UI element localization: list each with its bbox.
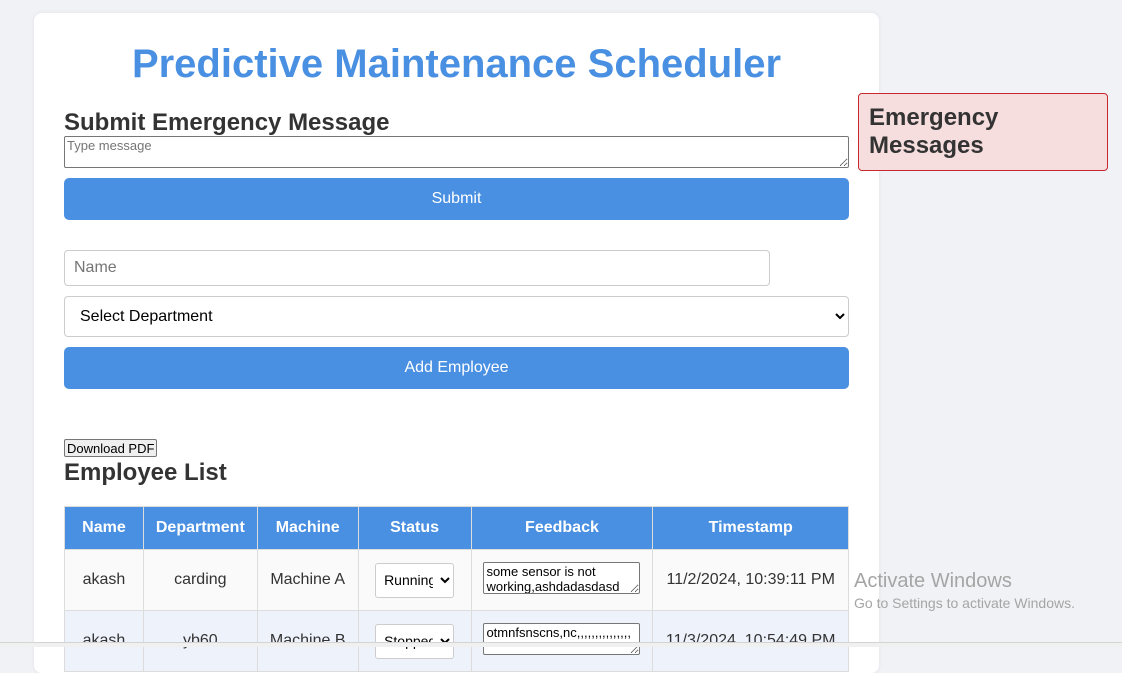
cell-machine: Machine A	[256, 549, 359, 611]
cell-feedback: otmnfsnscns,nc,,,,,,,,,,,,,,,	[470, 610, 654, 672]
emergency-messages-title: Emergency Messages	[869, 104, 999, 159]
column-header-timestamp: Timestamp	[652, 506, 849, 550]
table-header-row: Name Department Machine Status Feedback …	[64, 506, 849, 550]
download-pdf-button[interactable]: Download PDF	[64, 439, 158, 457]
column-header-machine: Machine	[256, 506, 359, 550]
emergency-messages-panel: Emergency Messages	[858, 93, 1108, 171]
table-row: akash carding Machine A Running some sen…	[64, 549, 849, 611]
table-row: akash yb60 Machine B Stopped otmnfsnscns…	[64, 610, 849, 672]
activate-windows-title: Activate Windows	[854, 570, 1012, 592]
page-title: Predictive Maintenance Scheduler	[131, 42, 782, 86]
cell-machine: Machine B	[256, 610, 359, 672]
department-select[interactable]: Select Department	[64, 296, 849, 337]
cell-name: akash	[64, 549, 144, 611]
submit-button[interactable]: Submit	[64, 178, 849, 220]
cell-feedback: some sensor is not working,ashdadasdasd	[470, 549, 654, 611]
cell-status: Running	[357, 549, 472, 611]
cell-department: carding	[142, 549, 258, 611]
column-header-status: Status	[357, 506, 472, 550]
status-select[interactable]: Stopped	[375, 623, 455, 659]
add-employee-button[interactable]: Add Employee	[64, 347, 849, 389]
emergency-form-heading: Submit Emergency Message	[64, 109, 390, 136]
emergency-message-input[interactable]	[64, 136, 849, 168]
status-select[interactable]: Running	[375, 562, 455, 598]
cell-timestamp: 11/2/2024, 10:39:11 PM	[652, 549, 849, 611]
feedback-textarea[interactable]: some sensor is not working,ashdadasdasd	[483, 561, 641, 594]
bottom-edge-bar	[0, 642, 1122, 647]
column-header-department: Department	[142, 506, 258, 550]
employee-list-heading: Employee List	[64, 459, 227, 486]
column-header-name: Name	[64, 506, 144, 550]
name-input[interactable]	[64, 250, 770, 286]
feedback-textarea[interactable]: otmnfsnscns,nc,,,,,,,,,,,,,,,	[483, 622, 641, 655]
column-header-feedback: Feedback	[470, 506, 654, 550]
employee-table: Name Department Machine Status Feedback …	[64, 506, 849, 672]
cell-status: Stopped	[357, 610, 472, 672]
cell-timestamp: 11/3/2024, 10:54:49 PM	[652, 610, 849, 672]
cell-name: akash	[64, 610, 144, 672]
cell-department: yb60	[142, 610, 258, 672]
activate-windows-subtitle: Go to Settings to activate Windows.	[854, 595, 1075, 611]
